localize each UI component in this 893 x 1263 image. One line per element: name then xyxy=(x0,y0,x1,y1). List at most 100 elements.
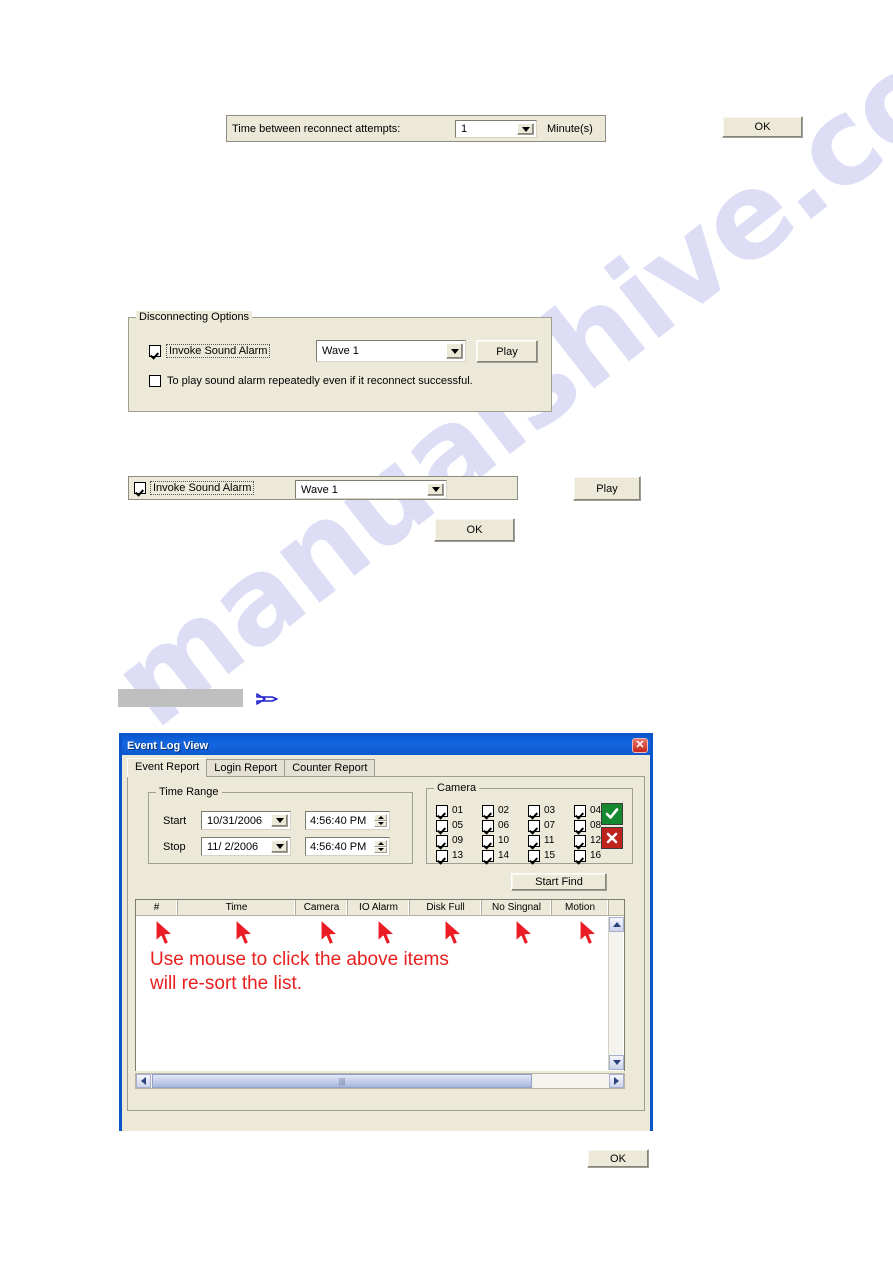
chevron-down-icon[interactable] xyxy=(271,840,288,853)
checkbox[interactable] xyxy=(482,834,494,847)
column-header--[interactable]: # xyxy=(136,900,178,915)
horizontal-scrollbar[interactable]: ||| xyxy=(135,1073,625,1089)
tab-login-report[interactable]: Login Report xyxy=(206,759,286,777)
reconnect-interval-select[interactable]: 1 xyxy=(455,120,537,138)
stepper-down-icon[interactable] xyxy=(374,846,387,853)
checkbox[interactable] xyxy=(436,819,448,832)
tab-counter-report[interactable]: Counter Report xyxy=(284,759,376,777)
camera-checkbox-05[interactable]: 05 xyxy=(436,818,482,833)
redacted-bar xyxy=(118,689,243,707)
column-header-camera[interactable]: Camera xyxy=(296,900,348,915)
camera-checkbox-16[interactable]: 16 xyxy=(574,848,620,863)
checkbox[interactable] xyxy=(482,819,494,832)
scroll-left-icon[interactable] xyxy=(136,1074,151,1088)
camera-label: 05 xyxy=(452,820,464,831)
camera-checkbox-02[interactable]: 02 xyxy=(482,803,528,818)
clear-all-cameras-button[interactable] xyxy=(601,827,623,849)
camera-checkbox-06[interactable]: 06 xyxy=(482,818,528,833)
checkbox[interactable] xyxy=(436,804,448,817)
checkbox[interactable] xyxy=(528,804,540,817)
select-all-cameras-button[interactable] xyxy=(601,803,623,825)
column-header-io-alarm[interactable]: IO Alarm xyxy=(348,900,410,915)
wave-select[interactable]: Wave 1 xyxy=(295,480,447,499)
ok-button-top[interactable]: OK xyxy=(722,116,803,138)
camera-checkbox-03[interactable]: 03 xyxy=(528,803,574,818)
camera-checkbox-11[interactable]: 11 xyxy=(528,833,574,848)
camera-checkbox-15[interactable]: 15 xyxy=(528,848,574,863)
repeat-alarm-checkbox[interactable] xyxy=(149,375,161,387)
x-icon xyxy=(606,832,618,844)
camera-checkbox-14[interactable]: 14 xyxy=(482,848,528,863)
camera-checkbox-07[interactable]: 07 xyxy=(528,818,574,833)
mouse-cursor-icon xyxy=(515,919,537,948)
play-button[interactable]: Play xyxy=(573,476,641,501)
camera-checkbox-09[interactable]: 09 xyxy=(436,833,482,848)
checkbox[interactable] xyxy=(436,849,448,862)
event-report-pane: Time Range Start 10/31/2006 4:56:40 PM S… xyxy=(127,776,649,1168)
checkbox[interactable] xyxy=(436,834,448,847)
wave-select-value: Wave 1 xyxy=(322,345,359,357)
chevron-down-icon[interactable] xyxy=(271,814,288,827)
checkbox[interactable] xyxy=(482,804,494,817)
scroll-down-icon[interactable] xyxy=(609,1055,624,1070)
chevron-down-icon[interactable] xyxy=(446,343,463,359)
checkbox[interactable] xyxy=(528,819,540,832)
stop-time-stepper[interactable] xyxy=(374,840,387,853)
column-header-no-singnal[interactable]: No Singnal xyxy=(482,900,552,915)
play-button[interactable]: Play xyxy=(476,340,538,363)
checkbox[interactable] xyxy=(574,834,586,847)
checkbox[interactable] xyxy=(528,849,540,862)
mouse-cursor-icon xyxy=(155,919,177,948)
reconnect-interval-unit: Minute(s) xyxy=(547,122,593,135)
camera-label: 10 xyxy=(498,835,510,846)
camera-label: 03 xyxy=(544,805,556,816)
camera-label: 13 xyxy=(452,850,464,861)
repeat-alarm-row[interactable]: To play sound alarm repeatedly even if i… xyxy=(149,375,473,387)
camera-label: 08 xyxy=(590,820,602,831)
start-find-button[interactable]: Start Find xyxy=(511,873,607,891)
camera-label: 11 xyxy=(544,835,555,846)
invoke-sound-alarm-row[interactable]: Invoke Sound Alarm xyxy=(149,344,271,358)
stop-time-field[interactable]: 4:56:40 PM xyxy=(305,837,390,856)
camera-checkbox-01[interactable]: 01 xyxy=(436,803,482,818)
scroll-up-icon[interactable] xyxy=(609,917,624,932)
invoke-sound-alarm-checkbox-wrap[interactable]: Invoke Sound Alarm xyxy=(129,481,255,495)
mouse-cursor-icon xyxy=(444,919,466,948)
checkbox[interactable] xyxy=(574,849,586,862)
stop-row: Stop 11/ 2/2006 4:56:40 PM xyxy=(149,837,390,856)
start-time-field[interactable]: 4:56:40 PM xyxy=(305,811,390,830)
column-header-disk-full[interactable]: Disk Full xyxy=(410,900,482,915)
dialog-title-bar[interactable]: Event Log View ✕ xyxy=(122,736,650,755)
start-date-select[interactable]: 10/31/2006 xyxy=(201,811,291,830)
chevron-down-icon[interactable] xyxy=(517,123,534,135)
camera-label: 16 xyxy=(590,850,602,861)
close-icon[interactable]: ✕ xyxy=(632,738,648,753)
invoke-sound-alarm-checkbox[interactable] xyxy=(149,345,161,357)
vertical-scrollbar[interactable] xyxy=(608,917,624,1070)
tab-event-report[interactable]: Event Report xyxy=(127,758,208,777)
start-time-value: 4:56:40 PM xyxy=(310,814,367,827)
wave-select[interactable]: Wave 1 xyxy=(316,340,466,362)
mouse-cursor-icon xyxy=(578,919,601,948)
stop-date-select[interactable]: 11/ 2/2006 xyxy=(201,837,291,856)
checkbox[interactable] xyxy=(574,819,586,832)
checkbox[interactable] xyxy=(528,834,540,847)
ok-button-middle[interactable]: OK xyxy=(434,518,515,542)
stepper-down-icon[interactable] xyxy=(374,820,387,827)
column-header-time[interactable]: Time xyxy=(178,900,296,915)
scroll-right-icon[interactable] xyxy=(609,1074,624,1088)
camera-checkbox-grid: 01 02 03 04 05 06 07 08 09 10 11 12 13 14 15 16 xyxy=(436,803,620,863)
disconnecting-options-title: Disconnecting Options xyxy=(136,311,253,323)
document-page: manualshive.com Time between reconnect a… xyxy=(0,0,893,1263)
invoke-sound-alarm-checkbox[interactable] xyxy=(134,482,146,494)
camera-checkbox-13[interactable]: 13 xyxy=(436,848,482,863)
ok-button-dialog[interactable]: OK xyxy=(587,1149,649,1168)
chevron-down-icon[interactable] xyxy=(427,483,444,496)
mouse-cursor-icon xyxy=(320,919,342,948)
column-header-motion[interactable]: Motion xyxy=(552,900,609,915)
start-time-stepper[interactable] xyxy=(374,814,387,827)
horizontal-scroll-thumb[interactable]: ||| xyxy=(152,1074,532,1088)
checkbox[interactable] xyxy=(482,849,494,862)
camera-checkbox-10[interactable]: 10 xyxy=(482,833,528,848)
checkbox[interactable] xyxy=(574,804,586,817)
